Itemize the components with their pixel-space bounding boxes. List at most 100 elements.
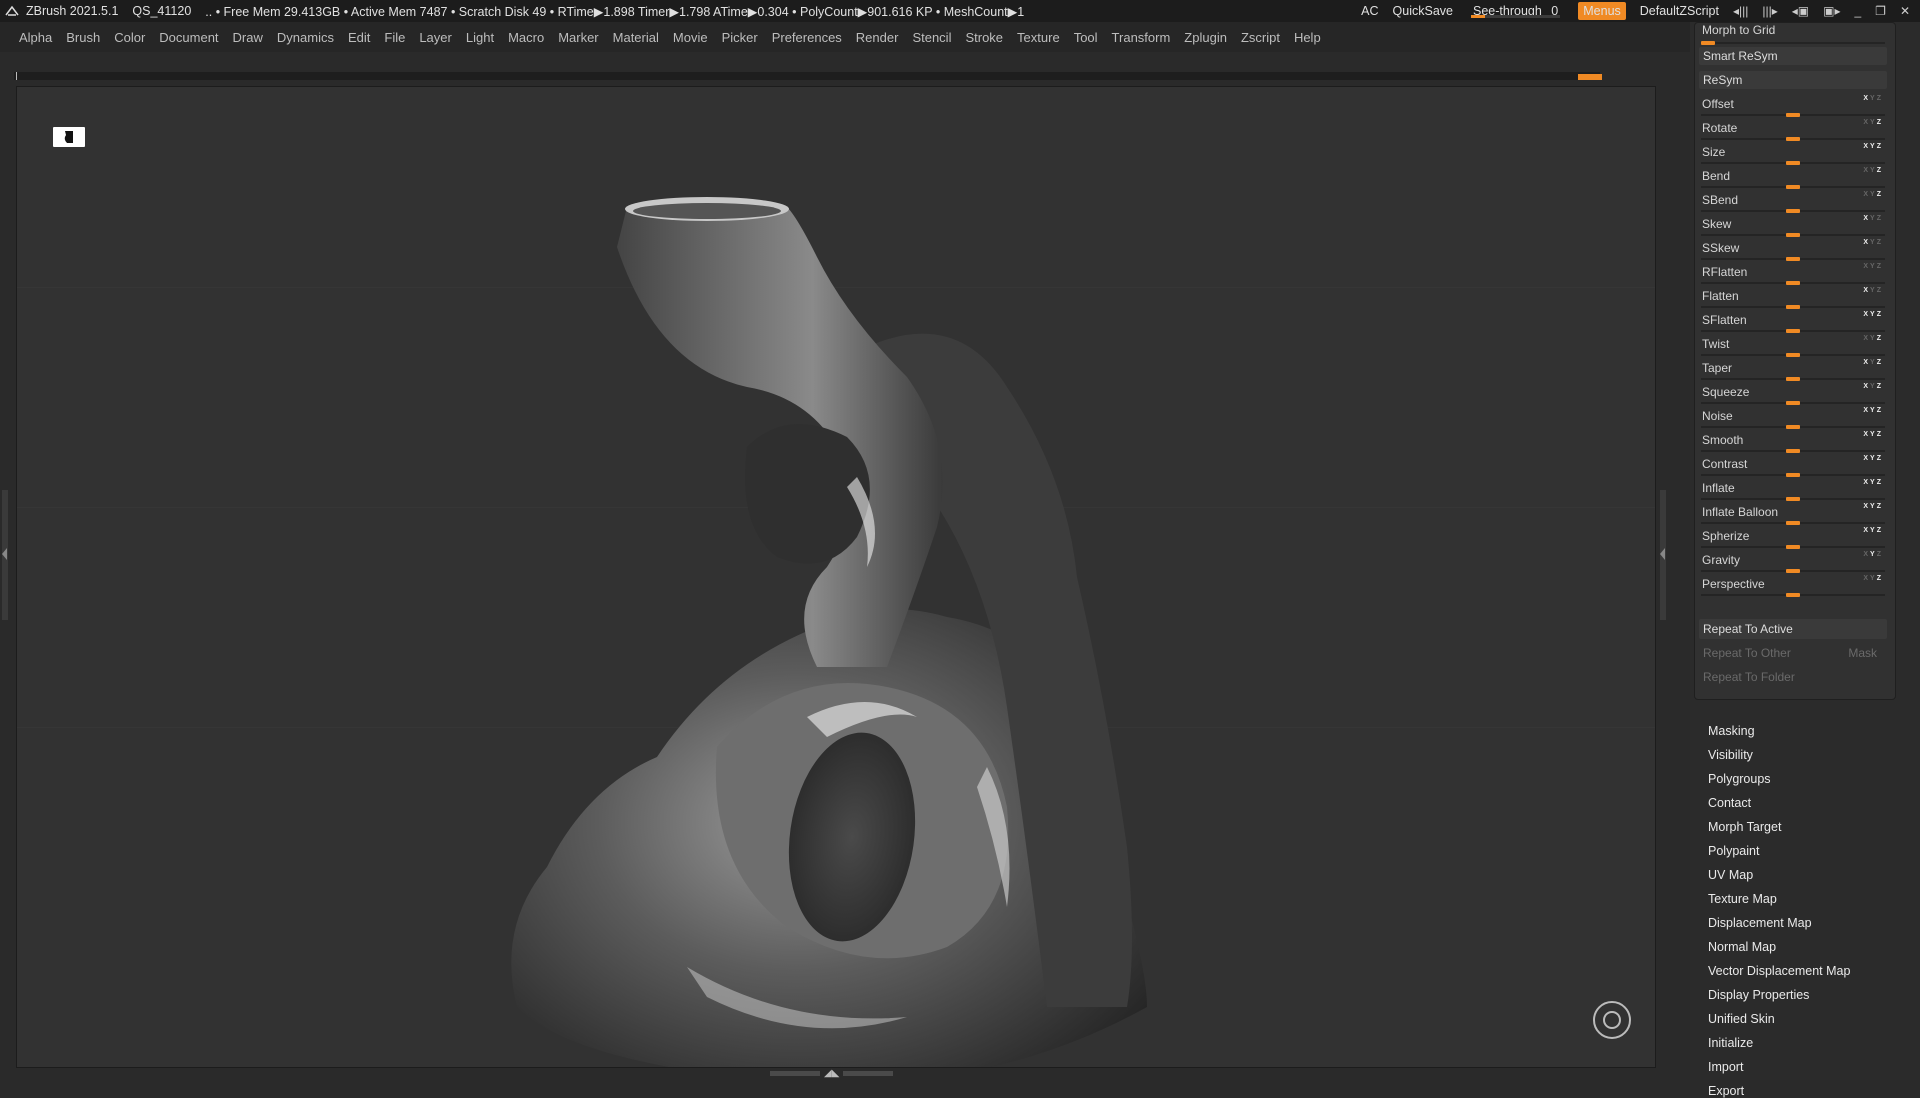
axis-toggle-group[interactable]: XYZ: [1863, 551, 1883, 558]
timeline-strip[interactable]: [14, 72, 1602, 80]
window-prev-icon[interactable]: ◂▣: [1792, 4, 1809, 18]
minimize-icon[interactable]: _: [1854, 4, 1861, 18]
slider-knob[interactable]: [1786, 353, 1800, 357]
subpalette-masking[interactable]: Masking: [1708, 724, 1755, 738]
slider-knob[interactable]: [1786, 377, 1800, 381]
squeeze-slider[interactable]: Squeeze XYZ: [1699, 383, 1887, 405]
axis-z-toggle[interactable]: Z: [1877, 119, 1883, 126]
axis-toggle-group[interactable]: XYZ: [1863, 575, 1883, 582]
axis-toggle-group[interactable]: XYZ: [1863, 239, 1883, 246]
repeat-to-other-button[interactable]: Repeat To Other Mask: [1699, 643, 1887, 663]
smart-resym-button[interactable]: Smart ReSym: [1699, 47, 1887, 65]
sculpt-mesh[interactable]: [487, 147, 1167, 1067]
axis-y-toggle[interactable]: Y: [1870, 191, 1877, 198]
inflate-slider[interactable]: Inflate XYZ: [1699, 479, 1887, 501]
quicksave-button[interactable]: QuickSave: [1393, 4, 1453, 18]
subpalette-polygroups[interactable]: Polygroups: [1708, 772, 1771, 786]
slider-knob[interactable]: [1786, 569, 1800, 573]
see-through-slider[interactable]: See-through 0: [1467, 4, 1564, 18]
slider-knob[interactable]: [1786, 257, 1800, 261]
axis-toggle-group[interactable]: XYZ: [1863, 119, 1883, 126]
restore-icon[interactable]: ❐: [1875, 4, 1886, 18]
axis-toggle-group[interactable]: XYZ: [1863, 383, 1883, 390]
axis-z-toggle[interactable]: Z: [1877, 527, 1883, 534]
axis-y-toggle[interactable]: Y: [1870, 287, 1877, 294]
default-zscript-button[interactable]: DefaultZScript: [1640, 4, 1719, 18]
menu-edit[interactable]: Edit: [341, 30, 377, 45]
axis-z-toggle[interactable]: Z: [1877, 239, 1883, 246]
menu-movie[interactable]: Movie: [666, 30, 715, 45]
axis-y-toggle[interactable]: Y: [1870, 407, 1877, 414]
axis-toggle-group[interactable]: XYZ: [1863, 215, 1883, 222]
axis-toggle-group[interactable]: XYZ: [1863, 263, 1883, 270]
flatten-slider[interactable]: Flatten XYZ: [1699, 287, 1887, 309]
axis-y-toggle[interactable]: Y: [1870, 263, 1877, 270]
subpalette-export[interactable]: Export: [1708, 1084, 1744, 1098]
axis-z-toggle[interactable]: Z: [1877, 479, 1883, 486]
axis-y-toggle[interactable]: Y: [1870, 551, 1877, 558]
subpalette-contact[interactable]: Contact: [1708, 796, 1751, 810]
slider-knob[interactable]: [1786, 161, 1800, 165]
slider-knob[interactable]: [1786, 545, 1800, 549]
axis-y-toggle[interactable]: Y: [1870, 239, 1877, 246]
axis-z-toggle[interactable]: Z: [1877, 503, 1883, 510]
close-icon[interactable]: ✕: [1900, 4, 1910, 18]
axis-y-toggle[interactable]: Y: [1870, 143, 1877, 150]
sskew-slider[interactable]: SSkew XYZ: [1699, 239, 1887, 261]
axis-toggle-group[interactable]: XYZ: [1863, 455, 1883, 462]
noise-slider[interactable]: Noise XYZ: [1699, 407, 1887, 429]
subpalette-displacement-map[interactable]: Displacement Map: [1708, 916, 1812, 930]
axis-z-toggle[interactable]: Z: [1877, 311, 1883, 318]
axis-toggle-group[interactable]: XYZ: [1863, 359, 1883, 366]
axis-y-toggle[interactable]: Y: [1870, 335, 1877, 342]
slider-knob[interactable]: [1786, 497, 1800, 501]
axis-toggle-group[interactable]: XYZ: [1863, 431, 1883, 438]
menu-color[interactable]: Color: [107, 30, 152, 45]
axis-z-toggle[interactable]: Z: [1877, 287, 1883, 294]
axis-z-toggle[interactable]: Z: [1877, 95, 1883, 102]
subpalette-unified-skin[interactable]: Unified Skin: [1708, 1012, 1775, 1026]
menu-brush[interactable]: Brush: [59, 30, 107, 45]
axis-toggle-group[interactable]: XYZ: [1863, 527, 1883, 534]
offset-slider[interactable]: Offset XYZ: [1699, 95, 1887, 117]
slider-knob[interactable]: [1701, 41, 1715, 45]
menu-tool[interactable]: Tool: [1067, 30, 1105, 45]
axis-z-toggle[interactable]: Z: [1877, 263, 1883, 270]
axis-toggle-group[interactable]: XYZ: [1863, 503, 1883, 510]
rflatten-slider[interactable]: RFlatten XYZ: [1699, 263, 1887, 285]
subpalette-visibility[interactable]: Visibility: [1708, 748, 1753, 762]
slider-knob[interactable]: [1786, 137, 1800, 141]
axis-toggle-group[interactable]: XYZ: [1863, 167, 1883, 174]
gravity-slider[interactable]: Gravity XYZ: [1699, 551, 1887, 573]
mask-toggle[interactable]: Mask: [1848, 643, 1877, 663]
smooth-slider[interactable]: Smooth XYZ: [1699, 431, 1887, 453]
timeline-marker[interactable]: [1578, 74, 1602, 80]
morph-to-grid-slider[interactable]: Morph to Grid: [1699, 23, 1887, 45]
document-canvas[interactable]: [16, 86, 1656, 1068]
twist-slider[interactable]: Twist XYZ: [1699, 335, 1887, 357]
ac-label[interactable]: AC: [1361, 4, 1378, 18]
axis-z-toggle[interactable]: Z: [1877, 167, 1883, 174]
sflatten-slider[interactable]: SFlatten XYZ: [1699, 311, 1887, 333]
repeat-to-active-button[interactable]: Repeat To Active: [1699, 619, 1887, 639]
slider-knob[interactable]: [1786, 329, 1800, 333]
menu-stencil[interactable]: Stencil: [905, 30, 958, 45]
axis-y-toggle[interactable]: Y: [1870, 479, 1877, 486]
menu-draw[interactable]: Draw: [226, 30, 270, 45]
sbend-slider[interactable]: SBend XYZ: [1699, 191, 1887, 213]
slider-knob[interactable]: [1786, 305, 1800, 309]
axis-z-toggle[interactable]: Z: [1877, 191, 1883, 198]
axis-z-toggle[interactable]: Z: [1877, 407, 1883, 414]
slider-knob[interactable]: [1786, 425, 1800, 429]
menu-preferences[interactable]: Preferences: [765, 30, 849, 45]
axis-z-toggle[interactable]: Z: [1877, 455, 1883, 462]
bend-slider[interactable]: Bend XYZ: [1699, 167, 1887, 189]
menu-help[interactable]: Help: [1287, 30, 1328, 45]
axis-z-toggle[interactable]: Z: [1877, 359, 1883, 366]
contrast-slider[interactable]: Contrast XYZ: [1699, 455, 1887, 477]
axis-y-toggle[interactable]: Y: [1870, 383, 1877, 390]
subpalette-texture-map[interactable]: Texture Map: [1708, 892, 1777, 906]
window-next-icon[interactable]: ▣▸: [1823, 4, 1840, 18]
axis-y-toggle[interactable]: Y: [1870, 311, 1877, 318]
slider-knob[interactable]: [1786, 449, 1800, 453]
